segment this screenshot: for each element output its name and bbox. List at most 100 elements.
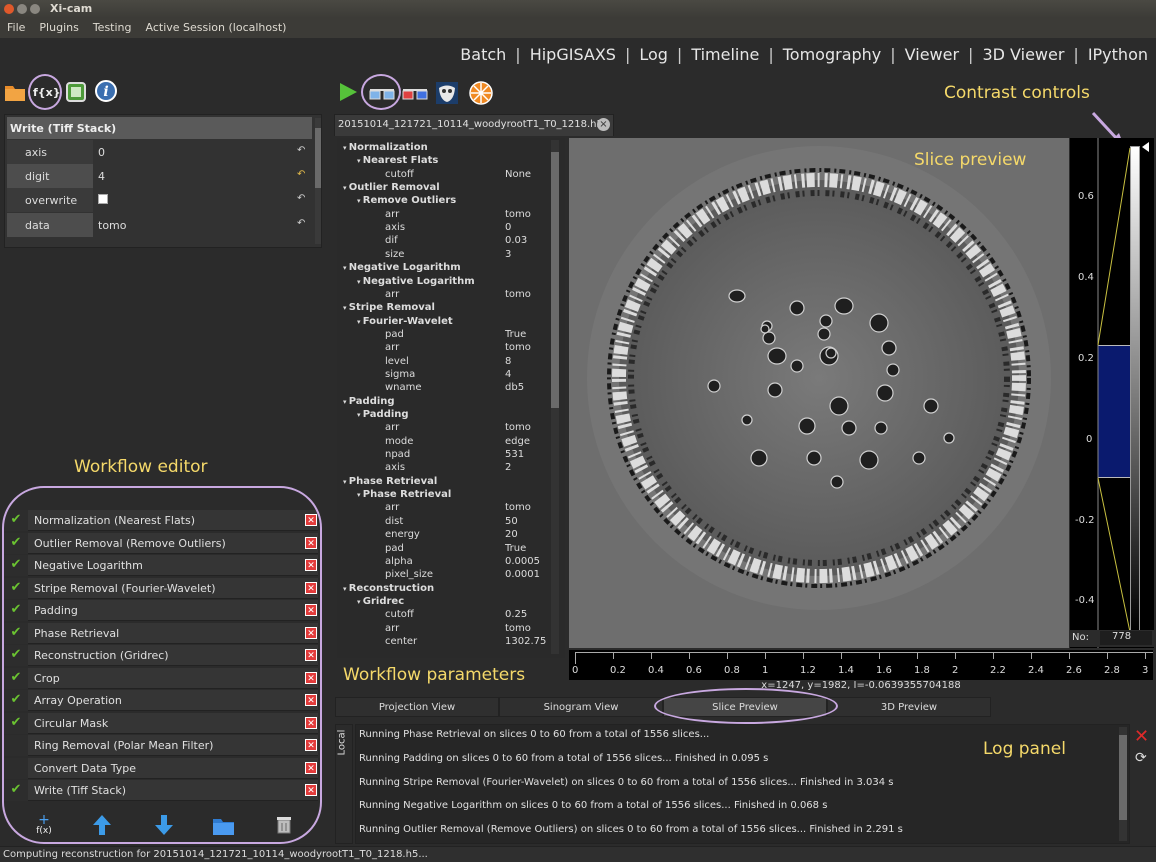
menu-plugins[interactable]: Plugins	[32, 18, 85, 34]
tree-item-value[interactable]: tomo	[505, 209, 531, 222]
param-value-input[interactable]: tomo	[93, 213, 297, 237]
tree-item[interactable]: arr	[385, 289, 399, 302]
tree-item[interactable]: sigma	[385, 369, 415, 382]
reset-icon[interactable]: ↶	[297, 145, 311, 159]
tree-item[interactable]: pixel_size	[385, 569, 433, 582]
tree-item-value[interactable]: True	[505, 329, 526, 342]
close-window-button[interactable]	[4, 4, 14, 14]
tree-item[interactable]: energy	[385, 529, 420, 542]
tree-item-value[interactable]: 2	[505, 462, 511, 475]
delete-icon[interactable]	[276, 816, 292, 837]
tree-item[interactable]: ▾ Negative Logarithm	[343, 262, 461, 275]
reset-icon[interactable]: ↶	[297, 193, 311, 207]
clear-log-icon[interactable]: ✕	[1134, 728, 1149, 746]
tree-item-value[interactable]: tomo	[505, 289, 531, 302]
tree-item-value[interactable]: 0	[505, 222, 511, 235]
tree-item[interactable]: dist	[385, 516, 403, 529]
plugin-3d-viewer[interactable]: 3D Viewer	[982, 45, 1064, 64]
log-side-tab[interactable]: Local	[335, 724, 353, 844]
plugin-batch[interactable]: Batch	[460, 45, 506, 64]
tree-item[interactable]: cutoff	[385, 169, 414, 182]
tree-item[interactable]: wname	[385, 382, 422, 395]
tree-item[interactable]: arr	[385, 623, 399, 636]
tree-item-value[interactable]: 0.25	[505, 609, 527, 622]
tab-3d-preview[interactable]: 3D Preview	[827, 697, 991, 717]
tree-item[interactable]: ▾ Nearest Flats	[357, 155, 438, 168]
plugin-tomography[interactable]: Tomography	[783, 45, 882, 64]
reset-icon[interactable]: ↶	[297, 218, 311, 232]
close-tab-icon[interactable]: ×	[597, 118, 610, 131]
center-detect-icon[interactable]	[468, 80, 494, 109]
tab-sinogram-view[interactable]: Sinogram View	[499, 697, 663, 717]
tree-item[interactable]: ▾ Remove Outliers	[357, 195, 456, 208]
tree-item-value[interactable]: True	[505, 543, 526, 556]
tree-item-value[interactable]: 0.0001	[505, 569, 540, 582]
tree-item[interactable]: arr	[385, 422, 399, 435]
refresh-icon[interactable]: ⟳	[1135, 750, 1147, 766]
tree-item[interactable]: axis	[385, 462, 405, 475]
plugin-timeline[interactable]: Timeline	[691, 45, 759, 64]
reset-icon[interactable]: ↶	[297, 169, 311, 183]
folder-icon[interactable]	[3, 80, 29, 106]
add-function-icon[interactable]: + f(x)	[34, 813, 54, 838]
tree-item-value[interactable]: 0.0005	[505, 556, 540, 569]
tree-item[interactable]: ▾ Fourier-Wavelet	[357, 316, 453, 329]
tree-item-value[interactable]: db5	[505, 382, 524, 395]
tree-item[interactable]: ▾ Phase Retrieval	[343, 476, 437, 489]
tree-item-value[interactable]: tomo	[505, 342, 531, 355]
tree-item[interactable]: npad	[385, 449, 410, 462]
tree-item[interactable]: ▾ Padding	[343, 396, 395, 409]
tree-item-value[interactable]: 1302.75	[505, 636, 546, 649]
menu-testing[interactable]: Testing	[86, 18, 139, 34]
move-down-icon[interactable]	[154, 814, 174, 839]
tree-item-value[interactable]: 3	[505, 249, 511, 262]
tree-item[interactable]: mode	[385, 436, 413, 449]
tree-item-value[interactable]: edge	[505, 436, 530, 449]
tree-item[interactable]: alpha	[385, 556, 413, 569]
tree-item-value[interactable]: tomo	[505, 502, 531, 515]
tree-item[interactable]: center	[385, 636, 417, 649]
run-icon[interactable]	[337, 81, 359, 106]
open-folder-icon[interactable]	[212, 816, 236, 839]
tree-item[interactable]: ▾ Gridrec	[357, 596, 404, 609]
menu-file[interactable]: File	[0, 18, 32, 34]
slice-number-spinbox[interactable]: 778	[1100, 631, 1152, 645]
square-icon[interactable]	[64, 80, 90, 106]
plugin-ipython[interactable]: IPython	[1088, 45, 1148, 64]
tree-item[interactable]: ▾ Outlier Removal	[343, 182, 440, 195]
tree-item[interactable]: ▾ Stripe Removal	[343, 302, 435, 315]
file-tab[interactable]: 20151014_121721_10114_woodyrootT1_T0_121…	[334, 114, 614, 136]
tree-item[interactable]: ▾ Negative Logarithm	[357, 276, 475, 289]
plugin-log[interactable]: Log	[639, 45, 668, 64]
tree-item[interactable]: ▾ Normalization	[343, 142, 428, 155]
plugin-hipgisaxs[interactable]: HipGISAXS	[530, 45, 616, 64]
tree-item[interactable]: arr	[385, 209, 399, 222]
param-value-input[interactable]: 0	[93, 140, 297, 164]
tree-item[interactable]: ▾ Reconstruction	[343, 583, 434, 596]
tree-item[interactable]: level	[385, 356, 409, 369]
tree-item[interactable]: pad	[385, 329, 404, 342]
tree-item[interactable]: axis	[385, 222, 405, 235]
slice-preview-image[interactable]	[569, 138, 1069, 648]
mask-icon[interactable]	[434, 80, 460, 109]
log-scrollbar[interactable]	[1119, 727, 1127, 841]
tree-item-value[interactable]: 20	[505, 529, 518, 542]
tree-item[interactable]: size	[385, 249, 404, 262]
maximize-window-button[interactable]	[30, 4, 40, 14]
move-up-icon[interactable]	[92, 814, 112, 839]
tree-item-value[interactable]: tomo	[505, 623, 531, 636]
histogram-panel[interactable]: 0.6 0.4 0.2 0 -0.2 -0.4	[1070, 138, 1154, 648]
tree-item[interactable]: dif	[385, 235, 398, 248]
tree-item[interactable]: ▾ Phase Retrieval	[357, 489, 451, 502]
tree-item-value[interactable]: None	[505, 169, 531, 182]
tab-projection-view[interactable]: Projection View	[335, 697, 499, 717]
3d-glasses-icon[interactable]	[401, 82, 429, 107]
menu-active-session[interactable]: Active Session (localhost)	[139, 18, 294, 34]
tree-item[interactable]: arr	[385, 342, 399, 355]
tree-item[interactable]: pad	[385, 543, 404, 556]
tree-item-value[interactable]: 4	[505, 369, 511, 382]
tree-item-value[interactable]: 50	[505, 516, 518, 529]
tree-item-value[interactable]: 0.03	[505, 235, 527, 248]
plugin-viewer[interactable]: Viewer	[905, 45, 959, 64]
tree-item[interactable]: arr	[385, 502, 399, 515]
